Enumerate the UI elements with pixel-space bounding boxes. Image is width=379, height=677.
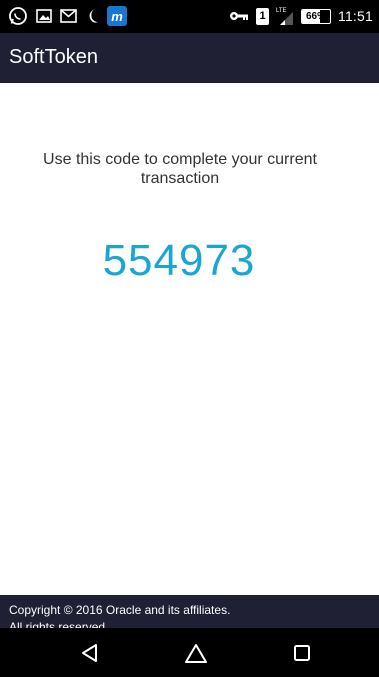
mail-icon (60, 9, 77, 23)
status-bar: m 1 LTE 66% 11:51 (0, 0, 379, 33)
recents-icon[interactable] (290, 641, 314, 665)
token-code: 554973 (102, 236, 256, 285)
copyright-line-1: Copyright © 2016 Oracle and its affiliat… (9, 603, 231, 617)
app-bar: SoftToken (0, 33, 379, 83)
svg-text:m: m (111, 9, 123, 24)
copyright-line-2: All rights reserved. (9, 620, 109, 628)
status-right-icons: 1 LTE 66% 11:51 (229, 5, 373, 27)
signal-icon: LTE (276, 6, 294, 26)
instruction-text: Use this code to complete your current t… (43, 151, 317, 187)
footer: Copyright © 2016 Oracle and its affiliat… (0, 595, 379, 628)
app-title: SoftToken (9, 46, 98, 68)
status-time: 11:51 (338, 8, 373, 24)
home-icon[interactable] (184, 641, 208, 665)
screen: m 1 LTE 66% 11:51 SoftToken Use this cod… (0, 0, 379, 677)
main-content: Use this code to complete your current t… (0, 83, 379, 595)
nav-bar (0, 628, 379, 677)
sim-icon: 1 (256, 7, 269, 25)
back-icon[interactable] (78, 641, 102, 665)
status-left-icons: m (8, 5, 127, 27)
whatsapp-icon (8, 6, 28, 26)
moon-icon (85, 7, 99, 25)
key-icon (229, 10, 249, 22)
image-icon (36, 8, 52, 24)
battery-level: 66% (305, 10, 326, 22)
battery-icon: 66% (301, 8, 331, 24)
network-label: LTE (276, 8, 287, 14)
m-app-icon: m (107, 6, 127, 26)
